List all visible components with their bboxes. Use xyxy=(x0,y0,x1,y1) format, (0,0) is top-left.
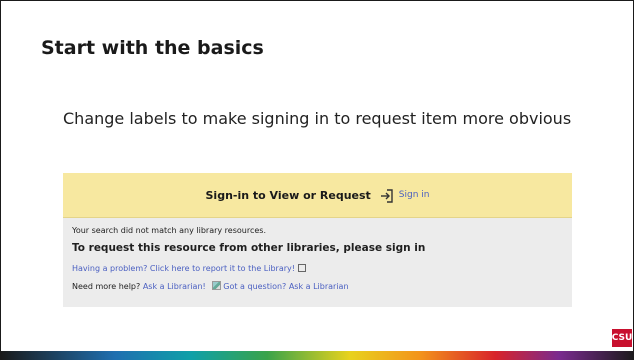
broken-image-icon xyxy=(212,281,222,290)
no-match-text: Your search did not match any library re… xyxy=(72,226,266,235)
external-link-icon xyxy=(297,264,306,272)
problem-report-link[interactable]: Having a problem? Click here to report i… xyxy=(72,264,295,273)
sign-in-link[interactable]: Sign in xyxy=(399,190,430,200)
signin-banner: Sign-in to View or Request Sign in xyxy=(63,173,572,218)
problem-report-row: Having a problem? Click here to report i… xyxy=(72,264,306,273)
banner-title: Sign-in to View or Request xyxy=(205,188,371,202)
csu-logo: CSU xyxy=(612,329,632,347)
help-row: Need more help? Ask a Librarian! Got a q… xyxy=(72,281,349,291)
request-heading: To request this resource from other libr… xyxy=(72,242,426,254)
ask-librarian-link[interactable]: Ask a Librarian! xyxy=(143,282,206,291)
color-stripe xyxy=(1,351,634,360)
slide-subtitle: Change labels to make signing in to requ… xyxy=(63,109,572,128)
help-prefix: Need more help? xyxy=(72,282,141,291)
library-panel: Sign-in to View or Request Sign in Your … xyxy=(63,173,572,307)
slide-title: Start with the basics xyxy=(41,37,264,59)
ask-librarian-image-alt[interactable]: Got a question? Ask a Librarian xyxy=(223,282,348,291)
slide: Start with the basics Change labels to m… xyxy=(0,0,634,360)
sign-in-icon[interactable] xyxy=(380,188,394,203)
